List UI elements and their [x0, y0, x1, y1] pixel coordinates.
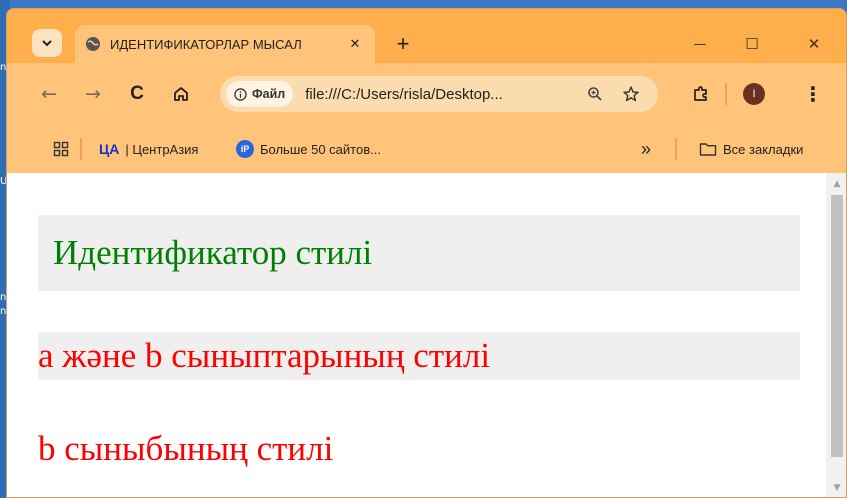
scroll-down-arrow-icon[interactable]: ▼ [831, 481, 843, 495]
bookmarks-separator [80, 138, 82, 160]
kebab-menu-icon: ⋮ [803, 82, 823, 106]
profile-avatar[interactable]: I [743, 83, 765, 105]
close-icon: ✕ [349, 36, 361, 52]
site-info-chip[interactable]: Файл [226, 81, 294, 107]
zoom-button[interactable] [582, 81, 608, 107]
forward-button[interactable]: → [79, 80, 107, 108]
arrow-left-icon: ← [41, 83, 57, 105]
bookmarks-bar: ЦА | ЦентрАзия iP Больше 50 сайтов... » … [7, 125, 846, 173]
scroll-up-arrow-icon[interactable]: ▲ [831, 177, 843, 191]
profile-initial: I [752, 88, 756, 100]
toolbar-separator [725, 83, 727, 105]
centrasia-logo-icon: ЦА [99, 141, 120, 157]
zoom-in-icon [588, 87, 602, 101]
chevron-down-icon [42, 40, 52, 47]
home-icon [174, 87, 188, 101]
apps-button[interactable] [53, 137, 69, 161]
browser-menu-button[interactable]: ⋮ [799, 80, 827, 108]
page-viewport: Идентификатор стилі а және b сыныптарыны… [7, 173, 846, 497]
close-icon: ✕ [807, 35, 821, 53]
puzzle-icon [694, 86, 707, 101]
all-bookmarks-button[interactable]: Все закладки [699, 137, 803, 161]
toolbar: ← → C Файл file:///C:/Users/risla/Deskto… [7, 63, 846, 125]
tab-close-button[interactable]: ✕ [345, 34, 365, 54]
bookmark-star-button[interactable] [618, 81, 644, 107]
window-close-button[interactable]: ✕ [797, 31, 831, 57]
bookmarks-overflow-button[interactable]: » [641, 137, 651, 161]
arrow-right-icon: → [85, 83, 101, 105]
home-button[interactable] [167, 80, 195, 108]
id-style-block: Идентификатор стилі [38, 215, 800, 291]
minimize-button[interactable]: — [683, 31, 717, 57]
tab-search-button[interactable] [32, 29, 62, 57]
scroll-thumb[interactable] [831, 195, 843, 457]
plus-icon: + [396, 31, 410, 56]
reload-icon: C [130, 83, 144, 104]
apps-grid-icon [53, 141, 69, 157]
double-chevron-right-icon: » [641, 138, 652, 159]
bookmark-label: Больше 50 сайтов... [260, 141, 381, 157]
reload-button[interactable]: C [123, 80, 151, 108]
maximize-icon: ☐ [745, 35, 759, 53]
tab-strip: ИДЕНТИФИКАТОРЛАР МЫСАЛ ✕ + — ☐ ✕ [7, 9, 846, 63]
minimize-icon: — [693, 36, 707, 52]
back-button[interactable]: ← [35, 80, 63, 108]
ip-logo-icon: iP [236, 140, 254, 158]
vertical-scrollbar[interactable]: ▲ ▼ [826, 173, 846, 497]
bookmark-centrasia[interactable]: ЦА | ЦентрАзия [99, 137, 198, 161]
info-icon [234, 87, 247, 101]
tab-active[interactable]: ИДЕНТИФИКАТОРЛАР МЫСАЛ ✕ [75, 25, 375, 63]
bookmark-50-sites[interactable]: iP Больше 50 сайтов... [236, 137, 381, 161]
ab-class-style-block: а және b сыныптарының стилі [38, 332, 800, 380]
tab-title: ИДЕНТИФИКАТОРЛАР МЫСАЛ [110, 36, 302, 52]
site-chip-label: Файл [252, 87, 286, 101]
maximize-button[interactable]: ☐ [735, 31, 769, 57]
new-tab-button[interactable]: + [390, 31, 416, 57]
url-text: file:///C:/Users/risla/Desktop... [305, 85, 503, 103]
extensions-button[interactable] [687, 80, 715, 108]
browser-window: ИДЕНТИФИКАТОРЛАР МЫСАЛ ✕ + — ☐ ✕ ← → C Ф… [6, 8, 847, 498]
folder-icon [699, 143, 717, 156]
star-icon [623, 86, 639, 102]
globe-icon [86, 37, 100, 51]
bookmarks-separator [675, 138, 677, 160]
all-bookmarks-label: Все закладки [723, 141, 804, 157]
bookmark-label: | ЦентрАзия [125, 141, 199, 157]
address-bar[interactable]: Файл file:///C:/Users/risla/Desktop... [220, 76, 658, 112]
b-class-style-block: b сыныбының стилі [38, 429, 334, 468]
